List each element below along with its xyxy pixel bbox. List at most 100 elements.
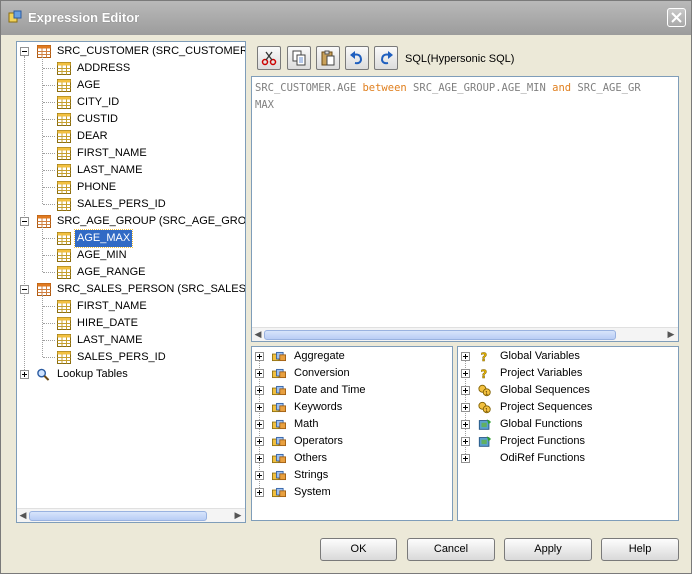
collapse-icon[interactable] xyxy=(20,285,29,294)
function-category-item[interactable]: Strings xyxy=(252,467,452,484)
tree-column-item[interactable]: SALES_PERS_ID xyxy=(17,349,245,366)
tree-column-item[interactable]: LAST_NAME xyxy=(17,332,245,349)
expand-icon[interactable] xyxy=(461,386,470,395)
expand-icon[interactable] xyxy=(255,369,264,378)
function-category-item[interactable]: System xyxy=(252,484,452,501)
variable-category-label: OdiRef Functions xyxy=(500,452,585,464)
variable-category-item[interactable]: ? Global Variables xyxy=(458,348,678,365)
tree-guide-line xyxy=(43,306,55,307)
tree-guide-line xyxy=(43,102,55,103)
expand-icon[interactable] xyxy=(461,454,470,463)
expression-editor-window: Expression Editor SRC_CUSTOMER (SRC_CUST… xyxy=(0,0,692,574)
paste-button[interactable] xyxy=(316,46,340,70)
expand-icon[interactable] xyxy=(461,352,470,361)
tree-column-item[interactable]: AGE_MIN xyxy=(17,247,245,264)
function-category-item[interactable]: Keywords xyxy=(252,399,452,416)
function-category-label: Operators xyxy=(294,435,343,447)
tree-column-item[interactable]: AGE xyxy=(17,77,245,94)
tree-guide-line xyxy=(43,204,55,205)
cancel-button[interactable]: Cancel xyxy=(407,538,495,561)
function-category-item[interactable]: Conversion xyxy=(252,365,452,382)
expand-icon[interactable] xyxy=(461,420,470,429)
variable-category-item[interactable]: 1 Global Sequences xyxy=(458,382,678,399)
expand-icon[interactable] xyxy=(20,370,29,379)
cancel-button-label: Cancel xyxy=(433,543,469,555)
tree-column-item[interactable]: HIRE_DATE xyxy=(17,315,245,332)
tree-column-item[interactable]: AGE_MAX xyxy=(17,229,245,248)
tree-column-label: LAST_NAME xyxy=(77,334,143,346)
expand-icon[interactable] xyxy=(461,369,470,378)
expand-icon[interactable] xyxy=(255,403,264,412)
copy-button[interactable] xyxy=(287,46,311,70)
column-icon xyxy=(57,130,71,143)
expand-icon[interactable] xyxy=(255,454,264,463)
expression-text-area[interactable]: SRC_CUSTOMER.AGE between SRC_AGE_GROUP.A… xyxy=(251,76,679,342)
variable-category-item[interactable]: ? Project Variables xyxy=(458,365,678,382)
function-category-item[interactable]: Math xyxy=(252,416,452,433)
scroll-thumb[interactable] xyxy=(29,511,207,521)
tree-column-item[interactable]: SALES_PERS_ID xyxy=(17,196,245,213)
expand-icon[interactable] xyxy=(255,471,264,480)
variable-category-item[interactable]: OdiRef Functions xyxy=(458,450,678,467)
tree-node-4[interactable]: Lookup Tables xyxy=(17,366,245,383)
cut-button[interactable] xyxy=(257,46,281,70)
tree-column-label: LAST_NAME xyxy=(77,164,143,176)
scroll-thumb[interactable] xyxy=(264,330,616,340)
tree-column-item[interactable]: CITY_ID xyxy=(17,94,245,111)
redo-button[interactable] xyxy=(374,46,398,70)
editor-horizontal-scrollbar[interactable]: ◀ ▶ xyxy=(252,327,678,341)
undo-button[interactable] xyxy=(345,46,369,70)
columns-tree-panel: SRC_CUSTOMER (SRC_CUSTOMER) ADDRESS AGE CIT… xyxy=(16,41,246,523)
function-category-item[interactable]: Aggregate xyxy=(252,348,452,365)
scroll-right-icon[interactable]: ▶ xyxy=(233,511,243,521)
expand-icon[interactable] xyxy=(255,437,264,446)
close-button[interactable] xyxy=(667,8,686,27)
function-icon xyxy=(478,452,492,465)
expand-icon[interactable] xyxy=(255,352,264,361)
variable-category-label: Global Variables xyxy=(500,350,580,362)
ok-button[interactable]: OK xyxy=(320,538,397,561)
tree-node-3[interactable]: SRC_SALES_PERSON (SRC_SALES_PER xyxy=(17,281,245,298)
tree-column-item[interactable]: PHONE xyxy=(17,179,245,196)
tree-column-item[interactable]: FIRST_NAME xyxy=(17,298,245,315)
tree-column-item[interactable]: CUSTID xyxy=(17,111,245,128)
tree-guide-line xyxy=(43,255,55,256)
collapse-icon[interactable] xyxy=(20,217,29,226)
tree-horizontal-scrollbar[interactable]: ◀ ▶ xyxy=(17,508,245,522)
expand-icon[interactable] xyxy=(461,403,470,412)
tree-node-1[interactable]: SRC_CUSTOMER (SRC_CUSTOMER) xyxy=(17,43,245,60)
close-icon xyxy=(671,12,682,23)
redo-icon xyxy=(380,51,393,65)
column-icon xyxy=(57,96,71,109)
column-icon xyxy=(57,198,71,211)
expand-icon[interactable] xyxy=(461,437,470,446)
tree-guide-line xyxy=(43,272,55,273)
code-identifier: SRC_AGE_GR xyxy=(571,82,641,94)
function-category-item[interactable]: Others xyxy=(252,450,452,467)
help-button[interactable]: Help xyxy=(601,538,679,561)
expand-icon[interactable] xyxy=(255,420,264,429)
apply-button[interactable]: Apply xyxy=(504,538,592,561)
variable-category-label: Global Functions xyxy=(500,418,583,430)
tree-column-item[interactable]: FIRST_NAME xyxy=(17,145,245,162)
tree-node-2[interactable]: SRC_AGE_GROUP (SRC_AGE_GROUP) xyxy=(17,213,245,230)
function-category-item[interactable]: Operators xyxy=(252,433,452,450)
collapse-icon[interactable] xyxy=(20,47,29,56)
expand-icon[interactable] xyxy=(255,386,264,395)
variable-category-item[interactable]: Project Functions xyxy=(458,433,678,450)
function-category-item[interactable]: Date and Time xyxy=(252,382,452,399)
tree-column-item[interactable]: ADDRESS xyxy=(17,60,245,77)
tree-column-item[interactable]: AGE_RANGE xyxy=(17,264,245,281)
expand-icon[interactable] xyxy=(255,488,264,497)
scroll-left-icon[interactable]: ◀ xyxy=(253,330,263,340)
column-icon xyxy=(57,334,71,347)
tree-column-item[interactable]: LAST_NAME xyxy=(17,162,245,179)
variable-category-item[interactable]: Global Functions xyxy=(458,416,678,433)
scroll-left-icon[interactable]: ◀ xyxy=(18,511,28,521)
function-category-icon xyxy=(272,470,286,481)
function-category-icon xyxy=(272,436,286,447)
scroll-right-icon[interactable]: ▶ xyxy=(666,330,676,340)
tree-column-item[interactable]: DEAR xyxy=(17,128,245,145)
tree-node-label: Lookup Tables xyxy=(57,368,128,380)
variable-category-item[interactable]: 1 Project Sequences xyxy=(458,399,678,416)
